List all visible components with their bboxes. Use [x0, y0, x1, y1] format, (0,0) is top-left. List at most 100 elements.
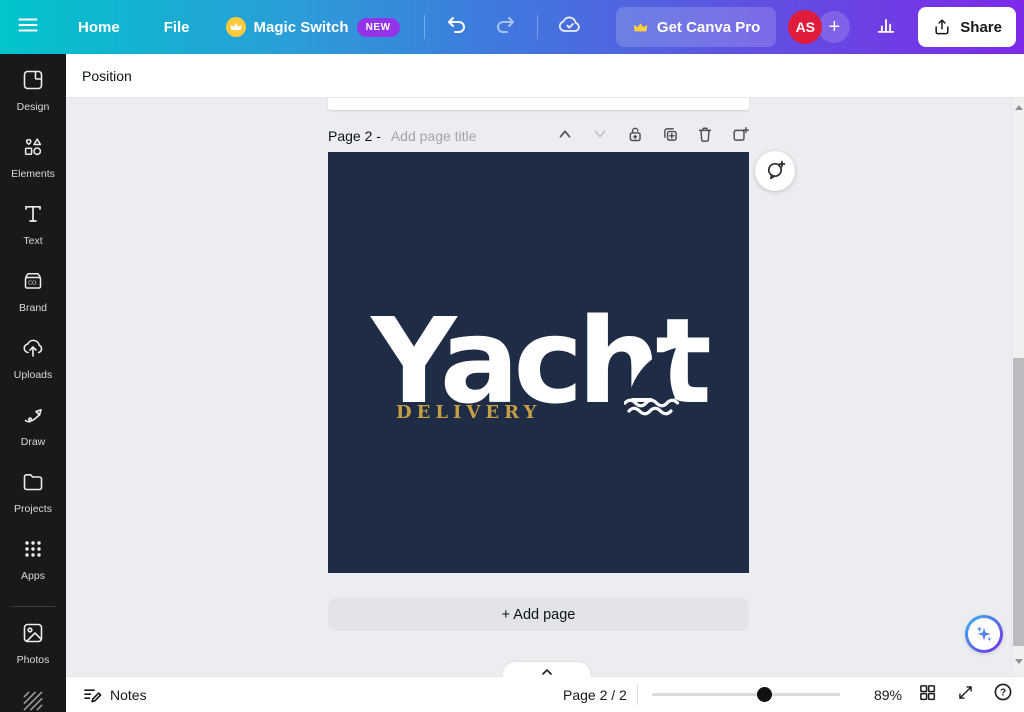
sidebar-item-uploads[interactable]: Uploads	[3, 336, 63, 392]
hamburger-menu-button[interactable]	[8, 7, 48, 47]
zoom-slider[interactable]	[652, 677, 840, 712]
sidebar-item-draw[interactable]: Draw	[3, 403, 63, 459]
sidebar-item-label: Brand	[19, 302, 47, 314]
cloud-save-status-button[interactable]	[550, 7, 590, 47]
notes-icon	[82, 685, 102, 705]
avatar[interactable]: AS	[788, 10, 822, 44]
sidebar-item-label: Projects	[14, 503, 52, 515]
design-page-canvas[interactable]: Yacht DELIVERY	[328, 152, 749, 573]
avatar-initials: AS	[796, 19, 815, 35]
add-comment-icon	[764, 158, 786, 185]
insights-icon	[875, 14, 897, 41]
sidebar-item-label: Text	[23, 235, 42, 247]
file-button[interactable]: File	[148, 7, 206, 47]
home-button[interactable]: Home	[62, 7, 136, 47]
sidebar-item-apps[interactable]: Apps	[3, 537, 63, 593]
side-panel-nav: Design Elements Text CO. Brand Uploads D…	[0, 54, 66, 712]
notes-button[interactable]: Notes	[82, 677, 147, 712]
sidebar-item-label: Design	[17, 101, 50, 113]
plus-icon: +	[828, 16, 840, 39]
page-title-input[interactable]: Add page title	[391, 128, 477, 144]
add-member-button[interactable]: +	[818, 11, 850, 43]
delete-page-button[interactable]	[696, 125, 714, 148]
lock-icon	[626, 125, 644, 148]
lock-page-button[interactable]	[626, 125, 644, 148]
magic-switch-label: Magic Switch	[254, 19, 349, 36]
undo-button[interactable]	[437, 7, 477, 47]
vertical-scrollbar[interactable]	[1011, 98, 1024, 676]
insights-button[interactable]	[866, 7, 906, 47]
crown-icon	[226, 17, 246, 37]
scrollbar-thumb[interactable]	[1013, 358, 1024, 646]
previous-page-edge[interactable]	[328, 98, 749, 110]
help-icon: ?	[993, 682, 1013, 707]
zoom-slider-handle[interactable]	[757, 687, 772, 702]
file-label: File	[164, 19, 190, 36]
duplicate-page-button[interactable]	[661, 125, 679, 148]
expand-bottom-panel-handle[interactable]	[503, 662, 590, 677]
add-page-button[interactable]: + Add page	[328, 598, 749, 631]
get-canva-pro-label: Get Canva Pro	[657, 19, 760, 36]
sparkle-assistant-icon	[973, 623, 995, 645]
design-icon	[21, 68, 45, 97]
bottom-bar-divider	[637, 684, 638, 705]
assistant-button[interactable]	[965, 615, 1003, 653]
chevron-up-icon	[541, 668, 553, 676]
sidebar-item-elements[interactable]: Elements	[3, 135, 63, 191]
share-button[interactable]: Share	[918, 7, 1016, 47]
logo-subtitle-text[interactable]: DELIVERY	[396, 402, 541, 423]
fullscreen-button[interactable]	[950, 677, 980, 712]
redo-button[interactable]	[485, 7, 525, 47]
delete-page-icon	[696, 125, 714, 148]
context-toolbar: Position	[66, 54, 1024, 98]
text-icon	[21, 202, 45, 231]
page-indicator: Page 2 / 2	[563, 677, 627, 712]
sidebar-item-label: Draw	[21, 436, 46, 448]
photos-icon	[21, 621, 45, 650]
get-canva-pro-button[interactable]: Get Canva Pro	[616, 7, 776, 47]
chevron-up-icon	[556, 125, 574, 148]
draw-icon	[21, 403, 45, 432]
sidebar-item-label: Uploads	[14, 369, 53, 381]
position-button[interactable]: Position	[82, 68, 132, 84]
grid-view-icon	[918, 683, 937, 707]
scroll-up-arrow[interactable]	[1012, 100, 1024, 114]
home-label: Home	[78, 19, 120, 36]
sidebar-item-text[interactable]: Text	[3, 202, 63, 258]
toolbar-separator	[537, 15, 538, 39]
share-upload-icon	[932, 17, 952, 37]
elements-icon	[21, 135, 45, 164]
apps-icon	[21, 537, 45, 566]
share-label: Share	[960, 19, 1002, 36]
top-bar: Home File Magic Switch NEW	[0, 0, 1024, 54]
add-page-icon-button[interactable]	[731, 125, 749, 148]
zoom-level-label: 89%	[856, 677, 902, 712]
move-page-up-button[interactable]	[556, 125, 574, 148]
move-page-down-button[interactable]	[591, 125, 609, 148]
magic-switch-button[interactable]: Magic Switch NEW	[214, 7, 412, 47]
projects-icon	[21, 470, 45, 499]
sidebar-divider	[11, 606, 55, 607]
new-badge: NEW	[357, 18, 400, 37]
duplicate-page-icon	[661, 125, 679, 148]
help-button[interactable]: ?	[988, 677, 1018, 712]
sidebar-item-photos[interactable]: Photos	[3, 621, 63, 677]
texture-app-icon[interactable]	[3, 688, 63, 712]
sidebar-item-label: Apps	[21, 570, 45, 582]
shark-fin-waves-icon[interactable]	[624, 344, 686, 423]
sidebar-item-label: Elements	[11, 168, 55, 180]
add-comment-button[interactable]	[755, 151, 795, 191]
scroll-down-arrow[interactable]	[1012, 654, 1024, 668]
grid-view-button[interactable]	[912, 677, 942, 712]
chevron-down-icon	[591, 125, 609, 148]
editor-main-area: Position Page 2 - Add page title Yacht	[66, 54, 1024, 676]
sidebar-item-design[interactable]: Design	[3, 68, 63, 124]
page-header: Page 2 - Add page title	[328, 124, 749, 148]
sidebar-item-brand[interactable]: CO. Brand	[3, 269, 63, 325]
svg-text:?: ?	[1000, 688, 1006, 699]
canva-editor: Home File Magic Switch NEW	[0, 0, 1024, 712]
sidebar-item-projects[interactable]: Projects	[3, 470, 63, 526]
hamburger-menu-icon	[16, 13, 40, 42]
zoom-slider-track[interactable]	[652, 693, 840, 696]
brand-icon: CO.	[21, 269, 45, 298]
